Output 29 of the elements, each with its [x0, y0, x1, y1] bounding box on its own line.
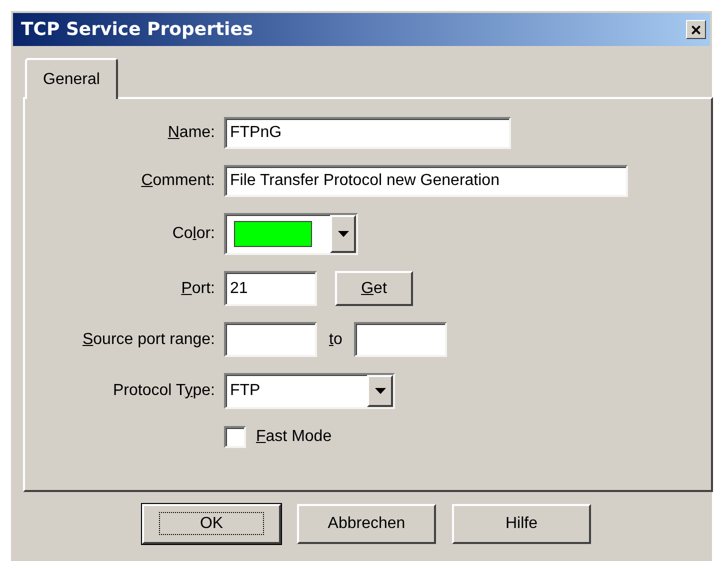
text-field[interactable]: FTPnG	[224, 117, 511, 149]
dropdown-button[interactable]	[330, 215, 356, 253]
dialog-button[interactable]: Abbrechen	[297, 504, 436, 544]
port-from-field[interactable]	[224, 322, 317, 357]
checkbox-label: Fast Mode	[256, 427, 332, 447]
dialog-button[interactable]: OK	[142, 504, 281, 544]
field-label: Protocol Type:	[112, 381, 215, 401]
tab[interactable]: General	[25, 58, 118, 99]
field-label: Port:	[180, 278, 215, 298]
field-label: Color:	[171, 224, 215, 244]
checkbox[interactable]	[224, 426, 246, 448]
dropdown-button[interactable]	[367, 375, 393, 407]
window-title: TCP Service Properties	[21, 18, 254, 42]
port-to-field[interactable]	[354, 322, 448, 357]
field-label: Name:	[166, 123, 215, 143]
fast-mode-checkbox[interactable]: Fast Mode	[224, 425, 711, 449]
field-label: Source port range:	[81, 330, 215, 350]
field-label: Comment:	[140, 171, 215, 191]
range-separator: to	[329, 330, 342, 350]
caret-icon	[374, 388, 386, 394]
close-button[interactable]: ×	[686, 20, 706, 39]
get-button[interactable]: Get	[335, 271, 413, 306]
protocol-select[interactable]: FTP	[224, 373, 395, 409]
port-field[interactable]: 21	[224, 271, 317, 306]
select-value: FTP	[230, 381, 260, 401]
dialog-button[interactable]: Hilfe	[452, 504, 591, 544]
text-field[interactable]: File Transfer Protocol new Generation	[224, 165, 628, 197]
caret-icon	[338, 231, 348, 237]
color-picker[interactable]	[224, 213, 358, 255]
